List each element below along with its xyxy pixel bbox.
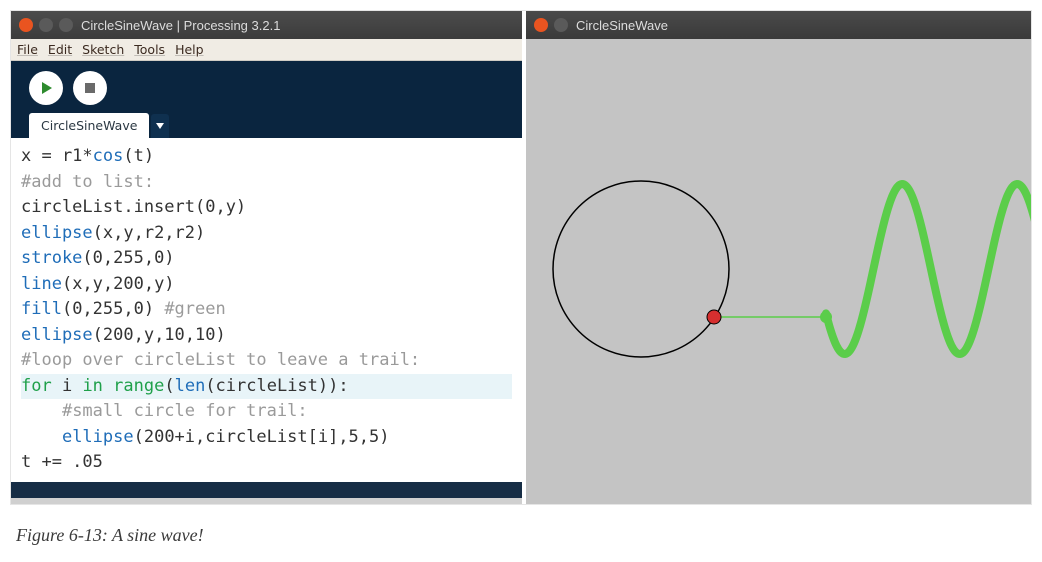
- play-icon: [39, 81, 53, 95]
- tab-dropdown[interactable]: [151, 114, 169, 138]
- status-bar: [11, 482, 522, 504]
- ide-titlebar: CircleSineWave | Processing 3.2.1: [11, 11, 522, 39]
- figure-caption: Figure 6-13: A sine wave!: [10, 505, 1032, 552]
- sketch-canvas: [526, 39, 1031, 504]
- output-window: CircleSineWave: [526, 11, 1031, 504]
- menu-bar: File Edit Sketch Tools Help: [11, 39, 522, 61]
- ide-title: CircleSineWave | Processing 3.2.1: [81, 18, 280, 33]
- output-titlebar: CircleSineWave: [526, 11, 1031, 39]
- window-controls: [534, 18, 568, 32]
- stop-icon: [83, 81, 97, 95]
- minimize-icon[interactable]: [554, 18, 568, 32]
- run-button[interactable]: [29, 71, 63, 105]
- toolbar: CircleSineWave: [11, 61, 522, 138]
- menu-sketch[interactable]: Sketch: [82, 42, 124, 57]
- close-icon[interactable]: [534, 18, 548, 32]
- chevron-down-icon: [156, 123, 164, 129]
- menu-edit[interactable]: Edit: [48, 42, 72, 57]
- stop-button[interactable]: [73, 71, 107, 105]
- output-title: CircleSineWave: [576, 18, 668, 33]
- sketch-tab[interactable]: CircleSineWave: [29, 113, 149, 138]
- figure-container: CircleSineWave | Processing 3.2.1 File E…: [10, 10, 1032, 505]
- maximize-icon[interactable]: [59, 18, 73, 32]
- close-icon[interactable]: [19, 18, 33, 32]
- menu-tools[interactable]: Tools: [134, 42, 165, 57]
- ide-window: CircleSineWave | Processing 3.2.1 File E…: [11, 11, 522, 504]
- menu-help[interactable]: Help: [175, 42, 204, 57]
- code-editor[interactable]: x = r1*cos(t)#add to list:circleList.ins…: [11, 138, 522, 482]
- menu-file[interactable]: File: [17, 42, 38, 57]
- minimize-icon[interactable]: [39, 18, 53, 32]
- window-controls: [19, 18, 73, 32]
